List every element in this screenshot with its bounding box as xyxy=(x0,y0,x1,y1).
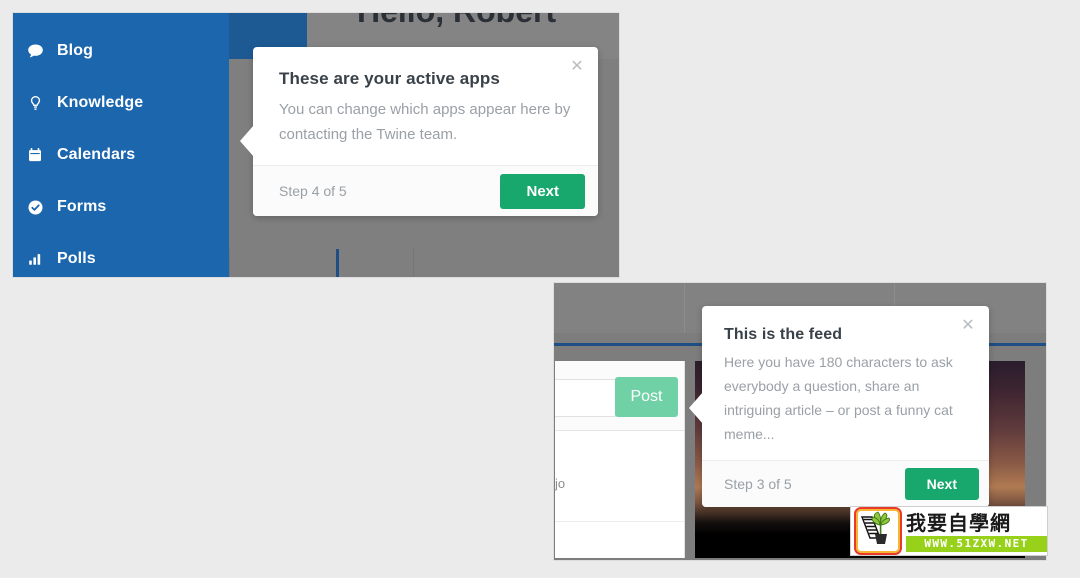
sidebar-item-label: Knowledge xyxy=(57,94,144,111)
sidebar-item-label: Calendars xyxy=(57,146,136,163)
lightbulb-icon xyxy=(13,95,57,112)
sidebar-item-label: Polls xyxy=(57,250,96,267)
check-circle-icon xyxy=(13,199,57,216)
tooltip-footer: Step 4 of 5 Next xyxy=(253,165,598,216)
sidebar-item-label: Forms xyxy=(57,198,107,215)
close-icon[interactable]: ✕ xyxy=(568,57,586,75)
sidebar-item-label: Blog xyxy=(57,42,93,59)
content-divider-vertical xyxy=(336,249,339,277)
sidebar-navigation: Blog Knowledge Calendars Forms Polls xyxy=(13,13,229,277)
onboarding-tooltip-feed: ✕ This is the feed Here you have 180 cha… xyxy=(689,306,989,507)
sidebar-item-calendars[interactable]: Calendars xyxy=(13,129,229,181)
sidebar-item-forms[interactable]: Forms xyxy=(13,181,229,233)
post-textarea[interactable] xyxy=(555,379,616,417)
watermark-site-name: 我要自學網 xyxy=(906,510,1011,535)
calendar-icon xyxy=(13,147,57,163)
tooltip-body: ✕ This is the feed Here you have 180 cha… xyxy=(702,306,989,460)
feed-card-divider xyxy=(555,521,684,522)
watermark-text-block: 我要自學網 WWW.51ZXW.NET xyxy=(906,509,1047,553)
watermark-url: WWW.51ZXW.NET xyxy=(906,535,1047,552)
sidebar-item-blog[interactable]: Blog xyxy=(13,25,229,77)
tooltip-description: You can change which apps appear here by… xyxy=(279,101,571,143)
site-watermark: 我要自學網 WWW.51ZXW.NET xyxy=(851,507,1047,555)
column-divider xyxy=(413,249,414,277)
feed-column: Post jo xyxy=(555,361,685,558)
column-divider xyxy=(229,249,230,277)
onboarding-tooltip-active-apps: ✕ These are your active apps You can cha… xyxy=(240,47,598,216)
tooltip-title: This is the feed xyxy=(724,326,843,343)
speech-bubble-icon xyxy=(13,43,57,60)
sidebar-item-polls[interactable]: Polls xyxy=(13,233,229,277)
tooltip-step-indicator: Step 3 of 5 xyxy=(724,476,792,492)
greeting-heading: Hello, Robert xyxy=(357,13,556,30)
tooltip-description: Here you have 180 characters to ask ever… xyxy=(724,354,953,442)
sidebar-item-knowledge[interactable]: Knowledge xyxy=(13,77,229,129)
plant-logo-icon xyxy=(854,507,902,555)
feed-post-text: jo xyxy=(555,476,566,491)
next-button[interactable]: Next xyxy=(500,173,585,209)
tooltip-body: ✕ These are your active apps You can cha… xyxy=(253,47,598,165)
tooltip-footer: Step 3 of 5 Next xyxy=(702,460,989,507)
close-icon[interactable]: ✕ xyxy=(959,316,977,334)
tooltip-arrow xyxy=(240,125,254,157)
post-composer: Post xyxy=(555,361,684,431)
bar-chart-icon xyxy=(13,251,57,267)
tooltip-arrow xyxy=(689,392,703,424)
next-button[interactable]: Next xyxy=(904,468,979,500)
tooltip-step-indicator: Step 4 of 5 xyxy=(279,183,347,199)
header-segment xyxy=(554,283,685,333)
tooltip-title: These are your active apps xyxy=(279,69,500,88)
post-button[interactable]: Post xyxy=(615,377,678,417)
